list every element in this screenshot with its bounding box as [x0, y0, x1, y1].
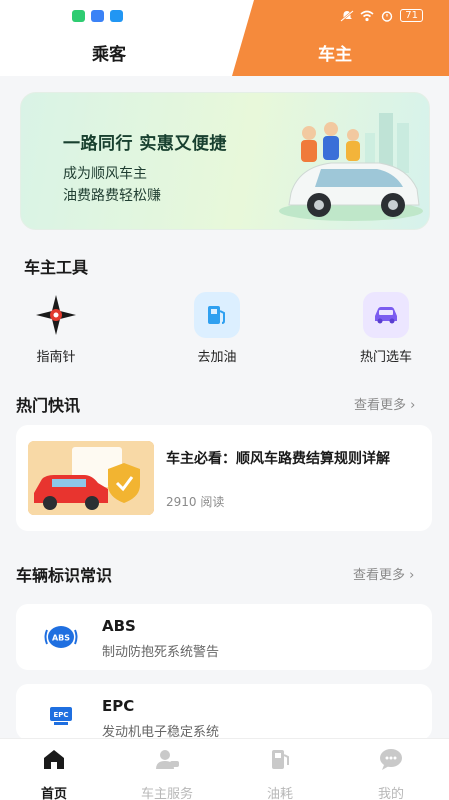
tool-refuel-label: 去加油	[197, 350, 237, 365]
profile-chat-icon	[380, 749, 402, 770]
status-bar-left	[72, 10, 123, 22]
car-icon	[363, 292, 409, 338]
mute-icon	[340, 9, 354, 22]
news-heading: 热门快讯	[16, 396, 81, 415]
sign-description: 制动防抱死系统警告	[102, 645, 220, 660]
signs-more-label: 查看更多	[353, 568, 406, 583]
tab-passenger[interactable]: 乘客	[92, 40, 126, 65]
chevron-right-icon: ›	[409, 568, 415, 583]
svg-text:EPC: EPC	[53, 711, 68, 719]
tool-hot-cars[interactable]: 热门选车	[336, 292, 436, 365]
signs-heading: 车辆标识常识	[16, 566, 113, 585]
banner-car-illustration	[279, 113, 423, 221]
sign-code: ABS	[102, 617, 136, 635]
banner-line-1: 成为顺风车主	[63, 166, 147, 182]
nav-profile-label: 我的	[377, 787, 404, 800]
nav-driver-service-label: 车主服务	[140, 787, 193, 800]
news-title: 车主必看：顺风车路费结算规则详解	[166, 451, 390, 467]
top-bar: 71 乘客 车主	[0, 0, 449, 76]
search-app-icon	[110, 10, 123, 22]
banner-title: 一路同行 实惠又便捷	[63, 134, 227, 154]
news-thumbnail	[28, 441, 154, 515]
tab-owner[interactable]: 车主	[318, 40, 352, 65]
tools-heading: 车主工具	[24, 258, 89, 277]
news-more-label: 查看更多	[354, 398, 407, 413]
status-bar-right: 71	[340, 9, 423, 22]
wifi-icon	[360, 10, 374, 21]
nav-profile[interactable]: 我的	[351, 747, 431, 800]
alarm-icon	[382, 10, 393, 22]
home-icon	[44, 750, 64, 769]
tool-hot-cars-label: 热门选车	[359, 350, 412, 365]
sign-card-epc[interactable]: EPC EPC 发动机电子稳定系统	[16, 684, 432, 740]
battery-icon: 71	[400, 9, 423, 22]
compass-icon	[33, 292, 79, 338]
signs-more-link[interactable]: 查看更多 ›	[353, 564, 414, 583]
abs-warning-icon: ABS	[44, 626, 78, 648]
nav-home[interactable]: 首页	[14, 747, 94, 800]
app-icon-green	[72, 10, 85, 22]
chevron-right-icon: ›	[410, 398, 416, 413]
nav-fuel-label: 油耗	[266, 787, 293, 800]
tool-refuel[interactable]: 去加油	[167, 292, 267, 365]
tool-compass[interactable]: 指南针	[6, 292, 106, 365]
fuel-pump-icon	[194, 292, 240, 338]
cloud-icon	[91, 10, 104, 22]
nav-driver-service[interactable]: 车主服务	[127, 747, 207, 800]
tool-compass-label: 指南针	[36, 350, 76, 365]
sign-card-abs[interactable]: ABS ABS 制动防抱死系统警告	[16, 604, 432, 670]
svg-text:ABS: ABS	[52, 634, 70, 643]
news-card[interactable]: 车主必看：顺风车路费结算规则详解 2910 阅读	[16, 425, 432, 531]
fuel-icon	[272, 750, 289, 769]
banner-line-2: 油费路费轻松赚	[63, 188, 161, 204]
news-read-count: 2910 阅读	[166, 495, 225, 509]
nav-home-label: 首页	[40, 787, 67, 800]
epc-warning-icon: EPC	[50, 707, 72, 725]
bottom-nav: 首页 车主服务 油耗 我的	[0, 738, 449, 800]
nav-fuel[interactable]: 油耗	[240, 747, 320, 800]
news-more-link[interactable]: 查看更多 ›	[354, 394, 415, 413]
promo-banner[interactable]: 一路同行 实惠又便捷 成为顺风车主 油费路费轻松赚	[20, 92, 430, 230]
driver-service-icon	[156, 750, 179, 769]
sign-code: EPC	[102, 697, 135, 715]
